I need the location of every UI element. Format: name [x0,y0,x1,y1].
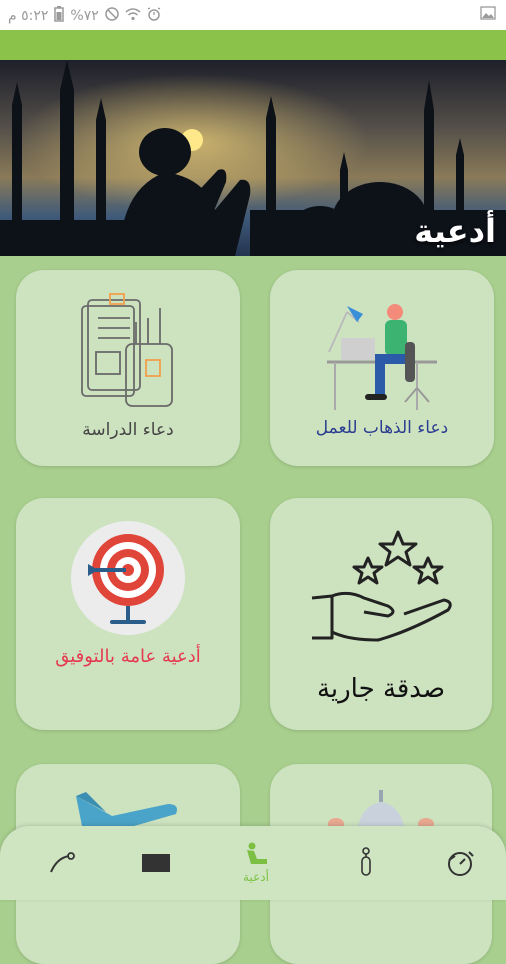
card-charity-label: صدقة جارية [316,674,446,704]
hero-title: أدعية [414,212,496,250]
status-bar: ٥:٢٢ م %٧٢ [0,0,506,30]
bottom-nav: أدعية [0,826,506,900]
card-study-dua[interactable]: دعاء الدراسة [16,270,240,466]
worker-illustration [327,304,437,410]
time-text: ٥:٢٢ م [8,8,49,24]
nav-prayer-beads[interactable] [326,826,406,900]
charity-hand-icon [311,530,452,642]
nav-duas[interactable]: أدعية [216,826,296,900]
nav-quran[interactable] [116,826,196,900]
card-work-dua[interactable]: دعاء الذهاب للعمل [270,270,494,466]
nav-duas-label: أدعية [243,870,269,884]
praying-person-icon [247,842,267,864]
card-general-label: أدعية عامة بالتوفيق [55,646,201,667]
dnd-icon [105,7,119,25]
wifi-icon [125,7,141,25]
app-bar [0,30,506,60]
alarm-icon [147,7,161,25]
beads-icon [361,847,371,876]
card-charity[interactable]: صدقة جارية [270,498,492,730]
book-icon [142,854,170,872]
card-study-label: دعاء الدراسة [82,420,174,440]
status-left: ٥:٢٢ م %٧٢ [8,6,161,26]
gallery-icon [480,6,496,24]
duas-grid: دعاء الذهاب للعمل دعاء الدراسة صدقة جاري… [0,256,506,964]
battery-icon [54,6,65,26]
study-illustration [81,293,173,407]
card-general-duas[interactable]: أدعية عامة بالتوفيق [16,498,240,730]
hero-banner: أدعية [0,60,506,256]
card-work-label: دعاء الذهاب للعمل [315,418,449,438]
nav-tasbih[interactable] [420,826,500,900]
target-icon [71,521,185,635]
counter-icon [448,851,474,876]
battery-text: %٧٢ [70,8,99,24]
nav-qibla[interactable] [22,826,102,900]
compass-needle-icon [50,852,75,873]
